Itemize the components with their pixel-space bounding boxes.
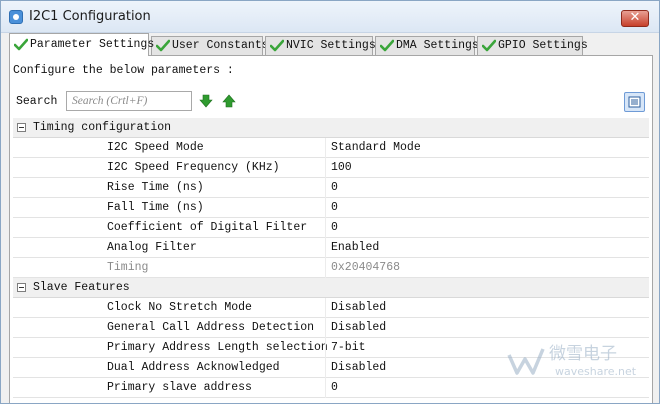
param-row-digital-filter[interactable]: Coefficient of Digital Filter 0	[13, 218, 649, 238]
param-row-rise-time[interactable]: Rise Time (ns) 0	[13, 178, 649, 198]
arrow-up-icon[interactable]	[222, 94, 236, 108]
param-row-analog-filter[interactable]: Analog Filter Enabled	[13, 238, 649, 258]
param-value[interactable]: Standard Mode	[331, 141, 421, 154]
param-row-i2c-speed-frequency[interactable]: I2C Speed Frequency (KHz) 100	[13, 158, 649, 178]
collapse-icon[interactable]	[17, 123, 26, 132]
title-bar: I2C1 Configuration ✕	[1, 1, 659, 33]
param-name: Fall Time (ns)	[107, 201, 204, 214]
param-value[interactable]: Disabled	[331, 361, 386, 374]
group-timing-configuration[interactable]: Timing configuration	[13, 118, 649, 138]
param-name: Timing	[107, 261, 149, 274]
list-view-button[interactable]	[624, 92, 645, 112]
param-name: Primary Address Length selection	[107, 341, 328, 354]
list-view-icon	[628, 96, 641, 108]
tab-label: Parameter Settings	[30, 38, 155, 51]
check-icon	[482, 39, 496, 52]
check-icon	[380, 39, 394, 52]
tab-gpio-settings[interactable]: GPIO Settings	[477, 36, 588, 55]
param-value[interactable]: 100	[331, 161, 352, 174]
param-value: 0x20404768	[331, 261, 401, 274]
column-separator	[325, 298, 326, 318]
waveshare-watermark: 微雪电子 waveshare.net	[507, 344, 637, 378]
app-icon	[9, 10, 23, 24]
tab-parameter-settings[interactable]: Parameter Settings	[9, 33, 154, 56]
param-value[interactable]: Disabled	[331, 321, 386, 334]
dialog-window: I2C1 Configuration ✕ Parameter Settings …	[0, 0, 660, 404]
param-value[interactable]: 0	[331, 201, 338, 214]
column-separator	[325, 138, 326, 158]
param-name: Analog Filter	[107, 241, 197, 254]
param-name: Rise Time (ns)	[107, 181, 204, 194]
check-icon	[270, 39, 284, 52]
column-separator	[325, 158, 326, 178]
param-row-i2c-speed-mode[interactable]: I2C Speed Mode Standard Mode	[13, 138, 649, 158]
group-slave-features[interactable]: Slave Features	[13, 278, 649, 298]
arrow-down-icon[interactable]	[199, 94, 213, 108]
param-name: Coefficient of Digital Filter	[107, 221, 308, 234]
watermark-en: waveshare.net	[555, 365, 637, 378]
param-value[interactable]: Disabled	[331, 301, 386, 314]
tab-bar: Parameter Settings User Constants NVIC S…	[9, 33, 653, 56]
column-separator	[325, 358, 326, 378]
tab-label: NVIC Settings	[286, 39, 376, 52]
param-row-clock-no-stretch[interactable]: Clock No Stretch Mode Disabled	[13, 298, 649, 318]
column-separator	[325, 318, 326, 338]
param-name: I2C Speed Frequency (KHz)	[107, 161, 280, 174]
param-name: Primary slave address	[107, 381, 252, 394]
configure-label: Configure the below parameters :	[13, 64, 234, 77]
param-value[interactable]: 0	[331, 381, 338, 394]
close-button[interactable]: ✕	[621, 10, 649, 27]
column-separator	[325, 218, 326, 238]
column-separator	[325, 198, 326, 218]
tab-label: DMA Settings	[396, 39, 479, 52]
tab-nvic-settings[interactable]: NVIC Settings	[265, 36, 376, 55]
param-name: Clock No Stretch Mode	[107, 301, 252, 314]
param-name: I2C Speed Mode	[107, 141, 204, 154]
tab-dma-settings[interactable]: DMA Settings	[375, 36, 479, 55]
column-separator	[325, 178, 326, 198]
check-icon	[156, 39, 170, 52]
column-separator	[325, 238, 326, 258]
param-row-timing: Timing 0x20404768	[13, 258, 649, 278]
tab-label: GPIO Settings	[498, 39, 588, 52]
group-label: Slave Features	[33, 281, 130, 294]
tab-user-constants[interactable]: User Constants	[151, 36, 269, 55]
param-row-fall-time[interactable]: Fall Time (ns) 0	[13, 198, 649, 218]
search-label: Search :	[16, 95, 72, 108]
group-label: Timing configuration	[33, 121, 172, 134]
check-icon	[14, 38, 28, 51]
watermark-cn: 微雪电子	[549, 344, 617, 364]
param-value[interactable]: 0	[331, 221, 338, 234]
column-separator	[325, 378, 326, 398]
tab-label: User Constants	[172, 39, 269, 52]
param-value[interactable]: 7-bit	[331, 341, 366, 354]
param-value[interactable]: 0	[331, 181, 338, 194]
window-title: I2C1 Configuration	[29, 9, 151, 24]
column-separator	[325, 258, 326, 278]
collapse-icon[interactable]	[17, 283, 26, 292]
column-separator	[325, 338, 326, 358]
param-value[interactable]: Enabled	[331, 241, 379, 254]
param-name: General Call Address Detection	[107, 321, 315, 334]
param-name: Dual Address Acknowledged	[107, 361, 280, 374]
search-input[interactable]	[66, 91, 192, 111]
